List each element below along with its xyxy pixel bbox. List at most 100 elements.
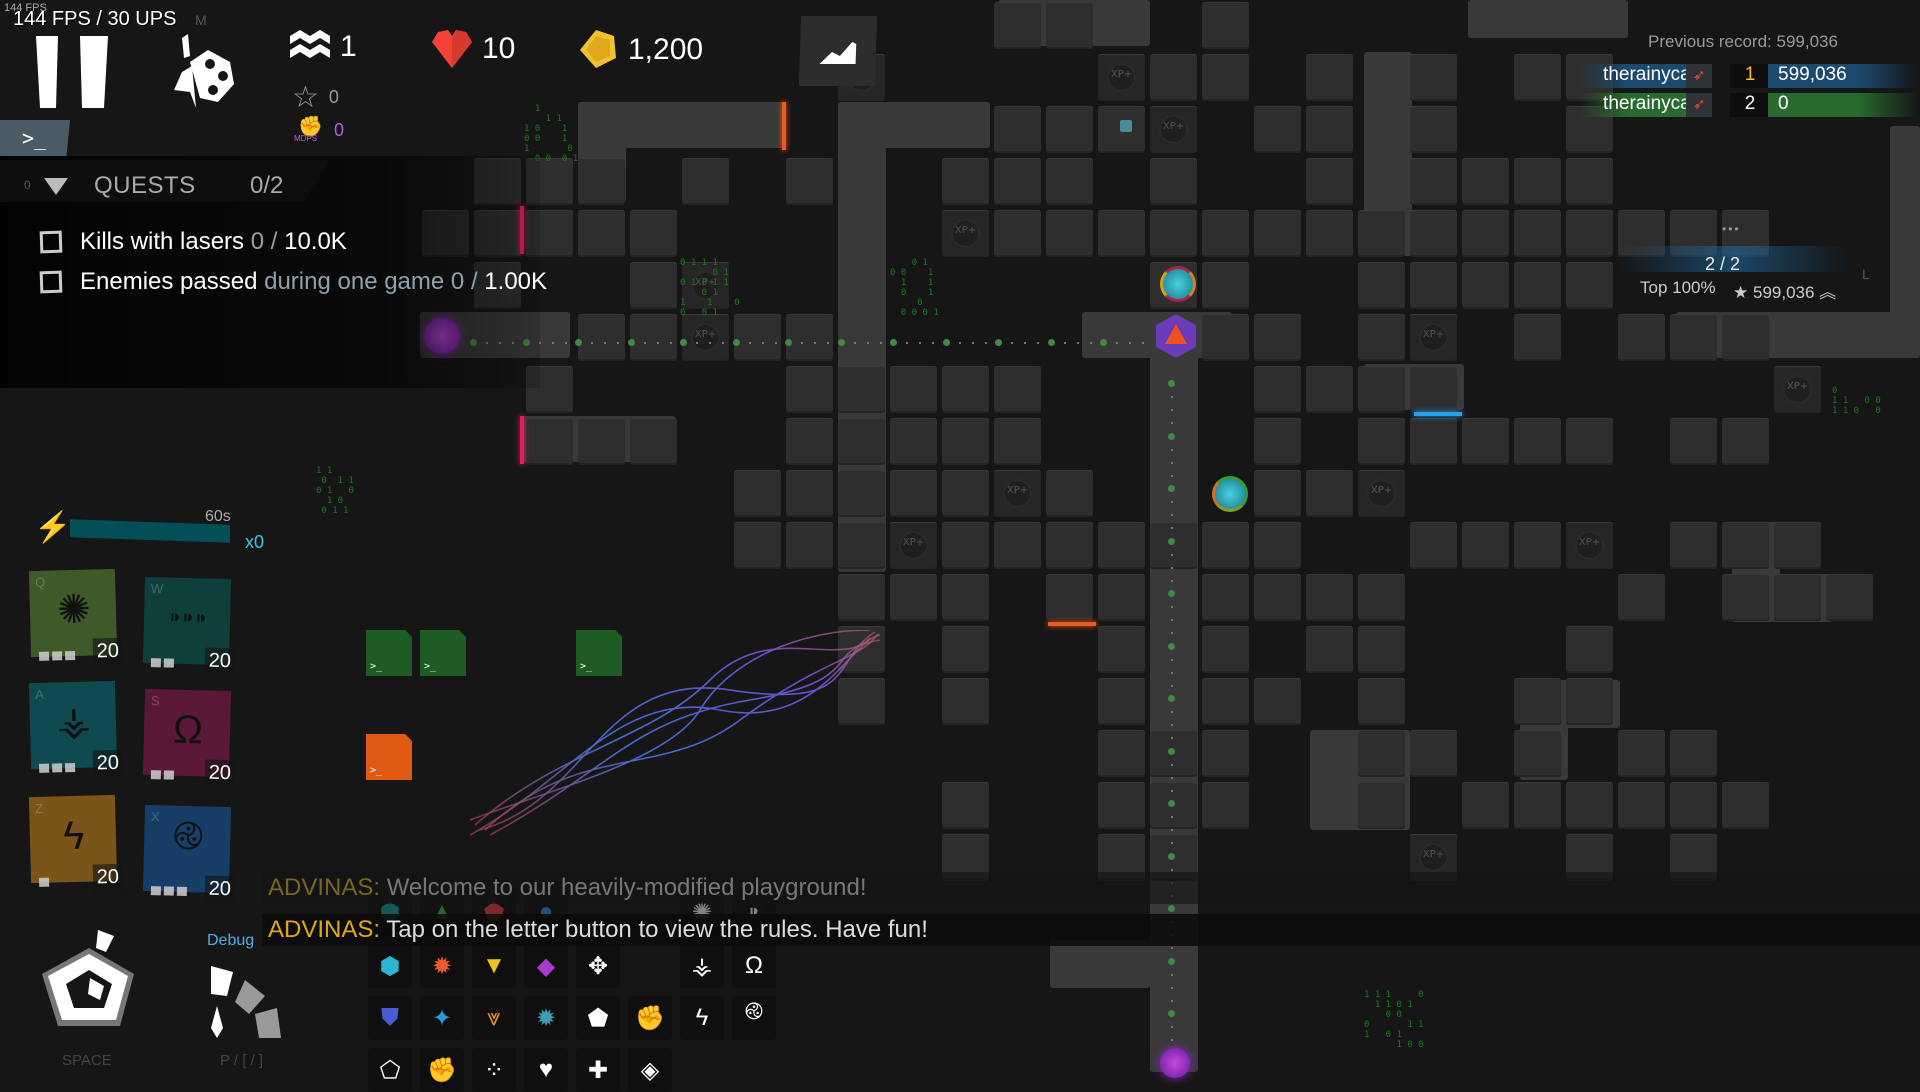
leaderboard-row[interactable]: therainycat ➶ 2 0 — [1560, 93, 1920, 117]
build-heart-shield-button[interactable]: ♥ — [524, 1048, 568, 1092]
platform-tile[interactable] — [1046, 210, 1093, 257]
platform-tile[interactable] — [1098, 730, 1145, 777]
theme-button[interactable] — [168, 32, 238, 112]
platform-tile[interactable] — [1410, 106, 1457, 153]
build-missile-tower-button[interactable]: ✹ — [524, 996, 568, 1040]
debug-label[interactable]: Debug — [207, 932, 254, 950]
platform-tile[interactable] — [1410, 418, 1457, 465]
platform-tile[interactable] — [1566, 626, 1613, 673]
platform-tile[interactable] — [838, 522, 885, 569]
platform-tile[interactable] — [1150, 522, 1197, 569]
platform-tile[interactable] — [786, 470, 833, 517]
platform-tile[interactable] — [1410, 210, 1457, 257]
build-rocks-button[interactable]: ⁘ — [472, 1048, 516, 1092]
platform-tile[interactable] — [1514, 158, 1561, 205]
platform-tile[interactable] — [1306, 626, 1353, 673]
platform-tile[interactable] — [1306, 574, 1353, 621]
platform-tile[interactable] — [994, 522, 1041, 569]
platform-tile[interactable] — [1358, 418, 1405, 465]
platform-tile[interactable] — [1202, 314, 1249, 361]
platform-tile[interactable] — [786, 366, 833, 413]
platform-tile[interactable] — [942, 366, 989, 413]
platform-tile[interactable] — [942, 418, 989, 465]
build-minigun-tower-button[interactable]: ⛊ — [368, 996, 412, 1040]
build-core-bonus-button[interactable]: ⬟ — [576, 996, 620, 1040]
platform-tile[interactable] — [890, 574, 937, 621]
build-ball-lightning-ability-button[interactable]: ϟ — [680, 996, 724, 1040]
platform-tile[interactable] — [1566, 782, 1613, 829]
platform-tile[interactable] — [682, 158, 729, 205]
platform-tile[interactable] — [1358, 574, 1405, 621]
platform-tile[interactable] — [1254, 314, 1301, 361]
platform-tile[interactable] — [1150, 210, 1197, 257]
pause-button[interactable] — [36, 36, 108, 108]
build-splash-tower-button[interactable]: ✹ — [420, 944, 464, 988]
platform-tile[interactable] — [1046, 106, 1093, 153]
platform-tile[interactable] — [1462, 158, 1509, 205]
platform-tile[interactable] — [890, 366, 937, 413]
platform-tile[interactable] — [1254, 366, 1301, 413]
platform-tile[interactable] — [734, 470, 781, 517]
platform-tile[interactable] — [1098, 626, 1145, 673]
platform-tile[interactable] — [1254, 418, 1301, 465]
build-magnet-ability-button[interactable]: Ω — [732, 944, 776, 988]
platform-tile[interactable] — [1514, 314, 1561, 361]
start-wave-button[interactable] — [34, 930, 144, 1040]
platform-tile[interactable] — [1098, 210, 1145, 257]
platform-tile[interactable] — [1046, 158, 1093, 205]
platform-tile[interactable] — [630, 262, 677, 309]
build-tesla-tower-button[interactable]: ⩔ — [472, 996, 516, 1040]
platform-tile[interactable] — [1514, 262, 1561, 309]
platform-tile[interactable] — [1202, 678, 1249, 725]
platform-tile[interactable] — [526, 418, 573, 465]
building-card[interactable]: >_ — [366, 630, 412, 676]
platform-tile[interactable] — [890, 418, 937, 465]
platform-tile[interactable] — [994, 418, 1041, 465]
platform-tile[interactable] — [942, 522, 989, 569]
platform-tile[interactable] — [942, 626, 989, 673]
platform-tile[interactable] — [1618, 730, 1665, 777]
tower-icon[interactable] — [1160, 266, 1196, 302]
platform-tile[interactable] — [1358, 782, 1405, 829]
platform-tile[interactable] — [942, 782, 989, 829]
build-fist-button[interactable]: ✊ — [420, 1048, 464, 1092]
bonus-tile[interactable]: XP+ — [682, 314, 729, 361]
ability-x[interactable]: X ࿋ 20 — [142, 804, 236, 904]
platform-tile[interactable] — [1566, 678, 1613, 725]
platform-tile[interactable] — [1098, 574, 1145, 621]
platform-tile[interactable] — [994, 366, 1041, 413]
graph-button[interactable] — [798, 16, 878, 86]
platform-tile[interactable] — [1358, 678, 1405, 725]
platform-tile[interactable] — [1514, 210, 1561, 257]
build-power-bonus-button[interactable]: ✊ — [628, 996, 672, 1040]
platform-tile[interactable] — [1514, 730, 1561, 777]
platform-tile[interactable] — [1358, 262, 1405, 309]
platform-tile[interactable] — [1826, 574, 1873, 621]
platform-tile[interactable] — [1410, 366, 1457, 413]
platform-tile[interactable] — [1254, 106, 1301, 153]
platform-tile[interactable] — [1410, 54, 1457, 101]
platform-tile[interactable] — [1722, 574, 1769, 621]
platform-tile[interactable] — [1462, 210, 1509, 257]
quest-checkbox[interactable] — [39, 270, 63, 294]
build-xp-bonus-button[interactable]: ✚ — [576, 1048, 620, 1092]
platform-tile[interactable] — [994, 106, 1041, 153]
platform-tile[interactable] — [1514, 54, 1561, 101]
platform-tile[interactable] — [734, 314, 781, 361]
platform-tile[interactable] — [1306, 106, 1353, 153]
build-platform-button[interactable]: ⬠ — [368, 1048, 412, 1092]
platform-tile[interactable] — [578, 418, 625, 465]
platform-tile[interactable] — [1202, 574, 1249, 621]
bonus-tile[interactable]: XP+ — [1566, 522, 1613, 569]
build-blast-tower-button[interactable]: ▼ — [472, 944, 516, 988]
ability-w[interactable]: W ⁍⁍⁍ 20 — [142, 576, 236, 676]
build-air-tower-button[interactable]: ✦ — [420, 996, 464, 1040]
platform-tile[interactable] — [1306, 470, 1353, 517]
platform-tile[interactable] — [1306, 366, 1353, 413]
leaderboard-pager[interactable]: 2 / 2 — [1705, 254, 1740, 275]
platform-tile[interactable] — [1410, 262, 1457, 309]
platform-tile[interactable] — [1202, 522, 1249, 569]
collapse-arrow-icon[interactable] — [44, 178, 68, 195]
platform-tile[interactable] — [1202, 210, 1249, 257]
platform-tile[interactable] — [1098, 678, 1145, 725]
